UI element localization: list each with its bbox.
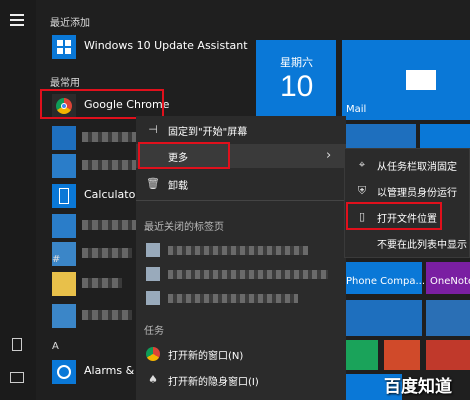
recent-tab-item[interactable] [136, 238, 346, 262]
letter-header-hash[interactable]: # [52, 254, 60, 265]
tile[interactable] [342, 300, 422, 336]
mail-label: Mail [346, 104, 367, 115]
mail-tile[interactable]: Mail [342, 40, 470, 120]
tile[interactable] [342, 340, 378, 370]
unpin-icon: ⌖ [358, 158, 366, 171]
menu-item-run-as-admin[interactable]: ⛨ 以管理员身份运行 [345, 179, 470, 203]
menu-item-hide-in-list[interactable]: 不要在此列表中显示 [345, 231, 470, 255]
app-tile-icon [52, 126, 76, 150]
chrome-icon [146, 347, 160, 361]
menu-divider [136, 200, 346, 201]
page-icon [146, 291, 160, 305]
tile[interactable] [426, 340, 470, 370]
watermark: 百度知道 [384, 377, 452, 397]
recent-tab-item[interactable] [136, 262, 346, 286]
admin-shield-icon: ⛨ [357, 184, 367, 197]
app-tile-icon [52, 304, 76, 328]
windows-logo-icon [52, 35, 76, 59]
app-tile-icon [52, 214, 76, 238]
letter-header-a[interactable]: A [52, 341, 59, 352]
app-name: Calculator [84, 188, 140, 201]
chevron-right-icon: › [326, 148, 332, 163]
menu-item-pin-to-start[interactable]: ⊣ 固定到"开始"屏幕 [136, 118, 346, 142]
tile[interactable] [426, 300, 470, 336]
app-tile-icon [52, 272, 76, 296]
start-rail [0, 0, 36, 400]
page-icon [146, 267, 160, 281]
calendar-day: 星期六 [280, 56, 313, 69]
recent-tab-item[interactable] [136, 286, 346, 310]
tasks-header: 任务 [144, 326, 164, 337]
app-windows-update-assistant[interactable]: Windows 10 Update Assistant [48, 31, 248, 63]
pictures-icon[interactable] [10, 372, 24, 383]
calendar-date: 10 [280, 70, 314, 103]
mail-icon [406, 70, 436, 90]
tile[interactable] [384, 340, 420, 370]
calculator-icon [52, 184, 76, 208]
pin-icon: ⊣ [148, 123, 158, 136]
menu-item-uninstall[interactable]: 🗑 卸载 [136, 172, 346, 196]
onenote-label: OneNote [430, 276, 470, 287]
section-most-used: 最常用 [50, 78, 80, 89]
calendar-tile[interactable]: 星期六 10 [256, 40, 336, 120]
app-tile-icon [52, 154, 76, 178]
onenote-tile[interactable]: OneNote [426, 262, 470, 294]
menu-item-new-window[interactable]: 打开新的窗口(N) [136, 342, 346, 366]
menu-item-new-incognito[interactable]: ♠ 打开新的隐身窗口(I) [136, 368, 346, 392]
phone-companion-tile[interactable]: Phone Compa... [342, 262, 426, 294]
incognito-icon: ♠ [148, 373, 158, 386]
page-icon [146, 243, 160, 257]
highlight-chrome [40, 89, 164, 119]
highlight-more [138, 142, 230, 169]
hamburger-icon[interactable] [10, 14, 24, 29]
trash-icon: 🗑 [146, 177, 160, 190]
document-icon[interactable] [12, 338, 22, 351]
phone-label: Phone Compa... [346, 276, 426, 287]
menu-item-unpin-taskbar[interactable]: ⌖ 从任务栏取消固定 [345, 153, 470, 177]
section-recently-added: 最近添加 [50, 18, 90, 29]
app-name: Windows 10 Update Assistant [84, 39, 248, 52]
alarm-clock-icon [52, 360, 76, 384]
highlight-open-file-location [346, 202, 442, 230]
recent-tabs-header: 最近关闭的标签页 [144, 222, 224, 233]
